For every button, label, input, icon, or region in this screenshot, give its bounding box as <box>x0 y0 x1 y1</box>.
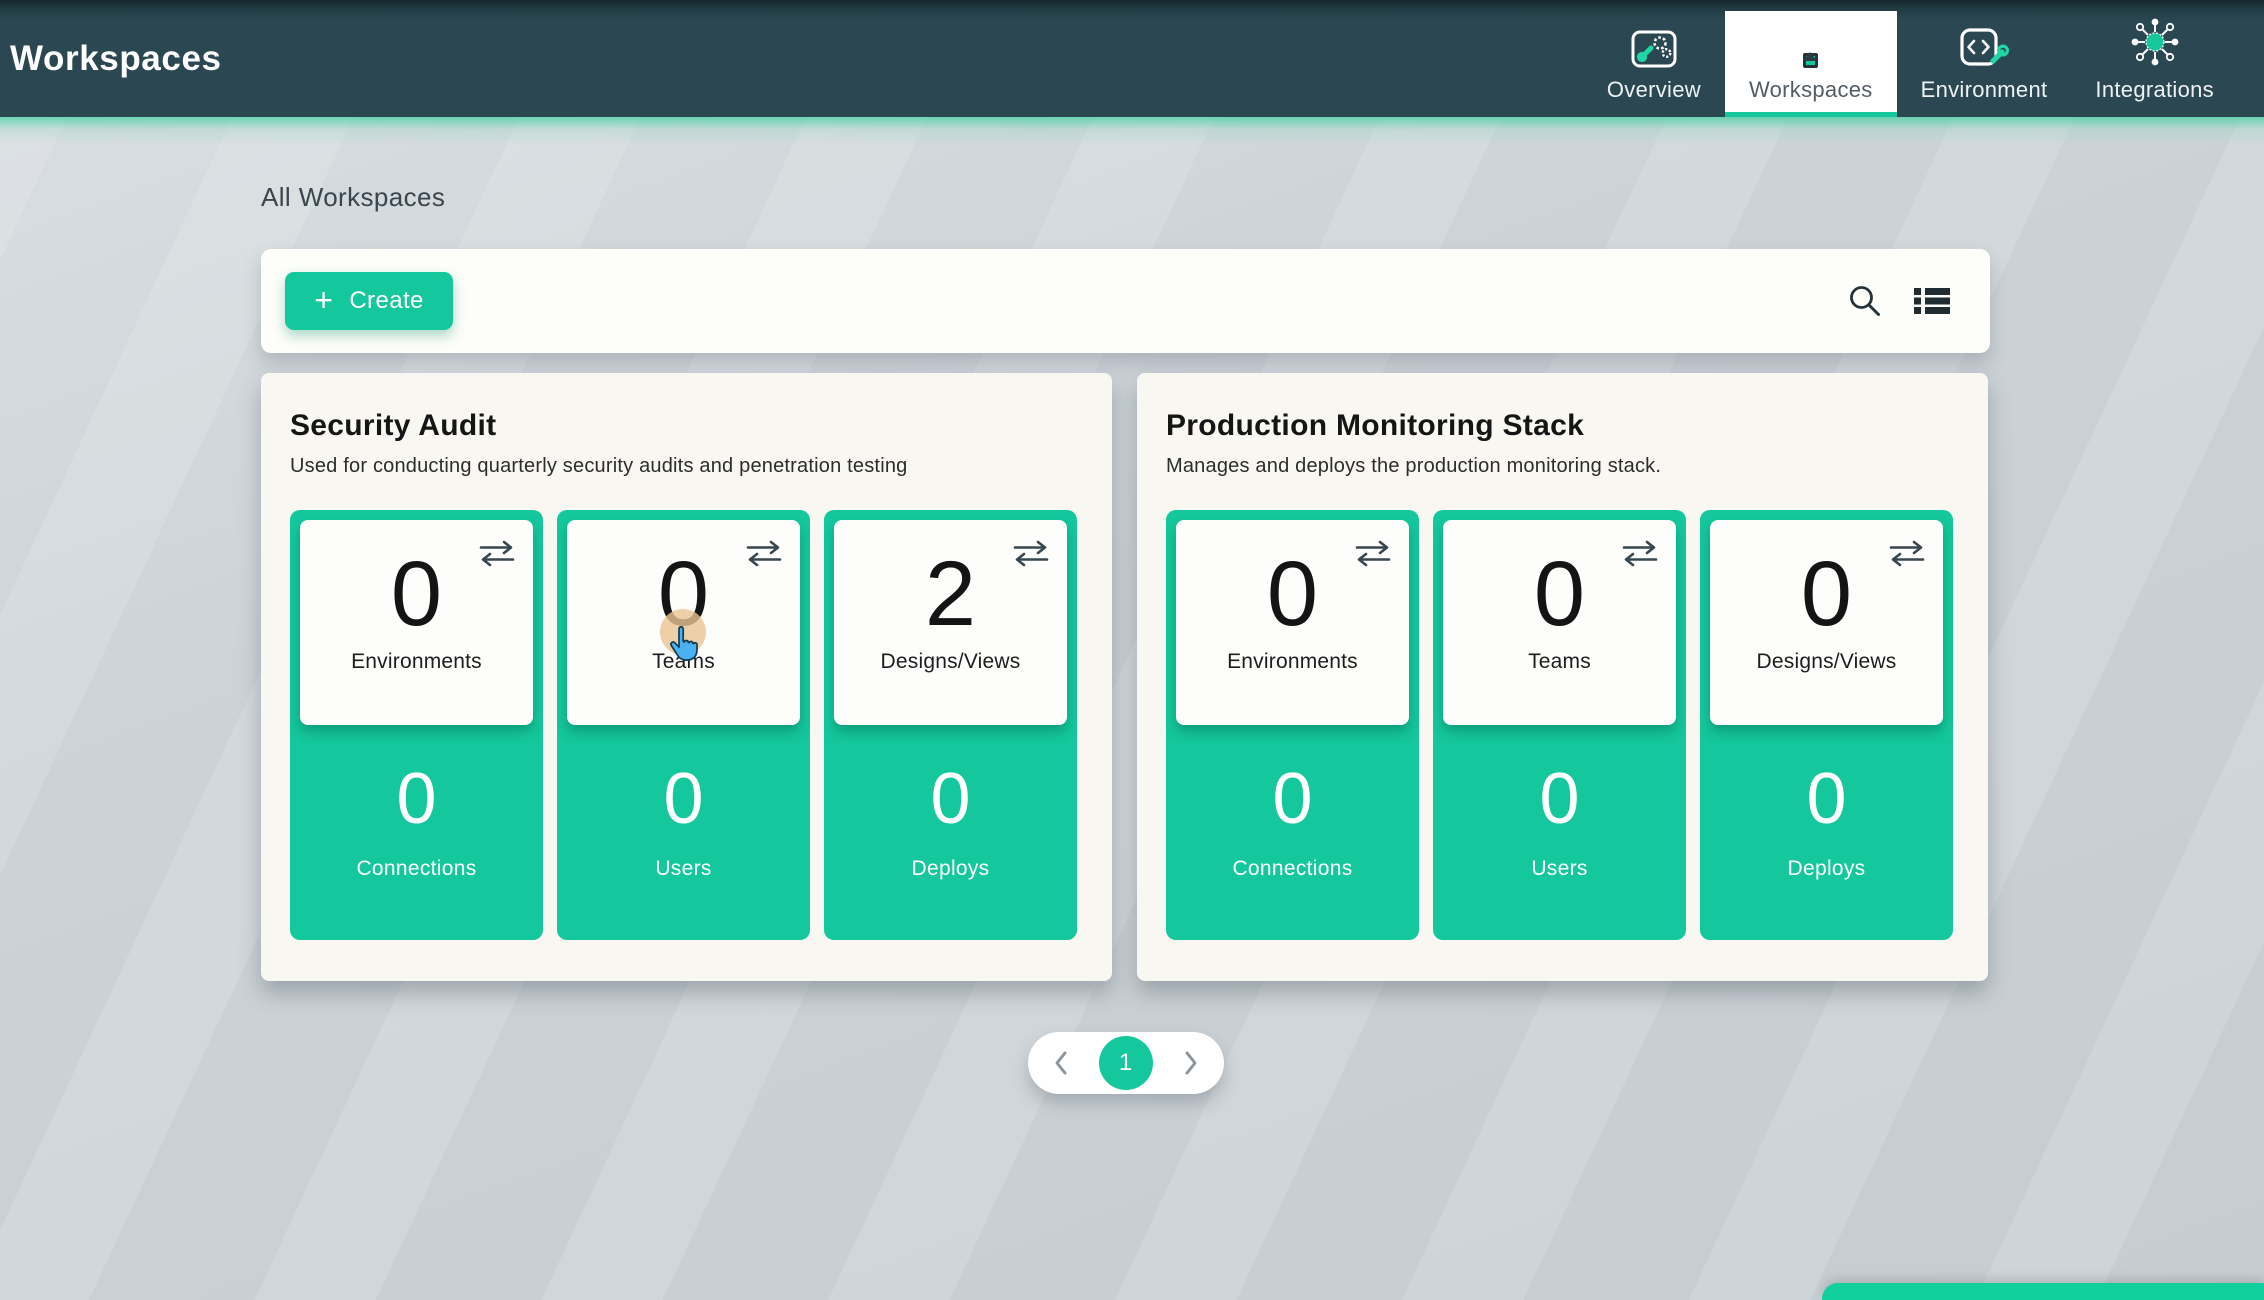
workspaces-toolbar: + Create <box>261 249 1990 353</box>
workspace-description: Used for conducting quarterly security a… <box>290 455 1082 478</box>
nav-tab-label: Environment <box>1921 77 2048 103</box>
nav-tab-label: Workspaces <box>1749 77 1873 103</box>
nav-tab-label: Integrations <box>2095 77 2214 103</box>
current-page-badge[interactable]: 1 <box>1099 1036 1153 1090</box>
stat-tile-connections[interactable]: 0 Connections <box>1176 725 1409 881</box>
nav-tab-environment[interactable]: Environment <box>1897 0 2072 117</box>
stat-value: 2 <box>925 548 976 640</box>
stat-label: Deploys <box>912 857 990 881</box>
page-title: Workspaces <box>10 39 222 79</box>
stat-label: Connections <box>1232 857 1352 881</box>
stat-value: 0 <box>658 548 709 640</box>
stat-value: 0 <box>391 548 442 640</box>
stat-value: 0 <box>1806 763 1846 835</box>
stat-label: Users <box>1531 857 1587 881</box>
workspace-cards: Security Audit Used for conducting quart… <box>261 373 1990 981</box>
stat-column-teams: 0 Teams 0 Users <box>557 510 810 940</box>
stat-value: 0 <box>663 763 703 835</box>
stat-label: Teams <box>652 650 715 674</box>
next-page-button[interactable] <box>1182 1049 1200 1077</box>
stat-tile-users[interactable]: 0 Users <box>1443 725 1676 881</box>
swap-icon[interactable] <box>1620 540 1660 572</box>
swap-icon[interactable] <box>744 540 784 572</box>
nav-tab-integrations[interactable]: Integrations <box>2071 0 2238 117</box>
workspace-card-security-audit[interactable]: Security Audit Used for conducting quart… <box>261 373 1112 981</box>
stat-tile-users[interactable]: 0 Users <box>567 725 800 881</box>
stat-value: 0 <box>1539 763 1579 835</box>
stat-column-environments: 0 Environments 0 Connections <box>1166 510 1419 940</box>
stat-label: Environments <box>1227 650 1358 674</box>
stat-tile-teams[interactable]: 0 Teams <box>567 520 800 725</box>
swap-icon[interactable] <box>1011 540 1051 572</box>
list-view-icon[interactable] <box>1914 286 1950 316</box>
stat-tile-designs[interactable]: 2 Designs/Views <box>834 520 1067 725</box>
stat-tile-teams[interactable]: 0 Teams <box>1443 520 1676 725</box>
pagination: 1 <box>1028 1032 1224 1094</box>
workspace-title: Production Monitoring Stack <box>1166 409 1958 443</box>
stat-tiles: 0 Environments 0 Connections <box>1166 510 1958 940</box>
previous-page-button[interactable] <box>1052 1049 1070 1077</box>
stat-column-teams: 0 Teams 0 Users <box>1433 510 1686 940</box>
workspace-description: Manages and deploys the production monit… <box>1166 455 1958 478</box>
create-button-label: Create <box>349 287 423 315</box>
stat-tile-environments[interactable]: 0 Environments <box>1176 520 1409 725</box>
stat-tile-deploys[interactable]: 0 Deploys <box>1710 725 1943 881</box>
stat-label: Designs/Views <box>881 650 1021 674</box>
search-icon[interactable] <box>1846 282 1884 320</box>
stat-value: 0 <box>1267 548 1318 640</box>
main-content: All Workspaces + Create <box>261 182 1990 1094</box>
integrations-icon <box>2129 14 2181 68</box>
pagination-row: 1 <box>261 1032 1990 1094</box>
toolbar-icons <box>1846 282 1950 320</box>
bottom-right-panel[interactable] <box>1822 1283 2264 1300</box>
stat-tile-environments[interactable]: 0 Environments <box>300 520 533 725</box>
swap-icon[interactable] <box>477 540 517 572</box>
create-button[interactable]: + Create <box>285 272 453 330</box>
stat-value: 0 <box>930 763 970 835</box>
top-nav: Overview Workspaces Envir <box>1583 0 2238 117</box>
stat-column-designs: 0 Designs/Views 0 Deploys <box>1700 510 1953 940</box>
stat-value: 0 <box>1534 548 1585 640</box>
section-title: All Workspaces <box>261 182 1990 213</box>
stat-tiles: 0 Environments 0 Connections <box>290 510 1082 940</box>
workspace-title: Security Audit <box>290 409 1082 443</box>
swap-icon[interactable] <box>1353 540 1393 572</box>
nav-tab-overview[interactable]: Overview <box>1583 0 1725 117</box>
stat-label: Designs/Views <box>1757 650 1897 674</box>
stat-value: 0 <box>1801 548 1852 640</box>
stat-label: Teams <box>1528 650 1591 674</box>
nav-tab-workspaces[interactable]: Workspaces <box>1725 11 1897 117</box>
stat-value: 0 <box>396 763 436 835</box>
stat-tile-deploys[interactable]: 0 Deploys <box>834 725 1067 881</box>
swap-icon[interactable] <box>1887 540 1927 572</box>
plus-icon: + <box>314 284 333 316</box>
workspaces-icon <box>1803 14 1818 68</box>
stat-column-environments: 0 Environments 0 Connections <box>290 510 543 940</box>
nav-tab-label: Overview <box>1607 77 1701 103</box>
environment-icon <box>1959 14 2009 68</box>
app-header: Workspaces Overview Worksp <box>0 0 2264 117</box>
header-glow-band <box>0 117 2264 145</box>
stat-column-designs: 2 Designs/Views 0 Deploys <box>824 510 1077 940</box>
overview-icon <box>1631 14 1677 68</box>
stat-value: 0 <box>1272 763 1312 835</box>
workspace-card-production-monitoring[interactable]: Production Monitoring Stack Manages and … <box>1137 373 1988 981</box>
stat-label: Environments <box>351 650 482 674</box>
stat-label: Users <box>655 857 711 881</box>
stat-label: Deploys <box>1788 857 1866 881</box>
stat-label: Connections <box>356 857 476 881</box>
stat-tile-designs[interactable]: 0 Designs/Views <box>1710 520 1943 725</box>
stat-tile-connections[interactable]: 0 Connections <box>300 725 533 881</box>
